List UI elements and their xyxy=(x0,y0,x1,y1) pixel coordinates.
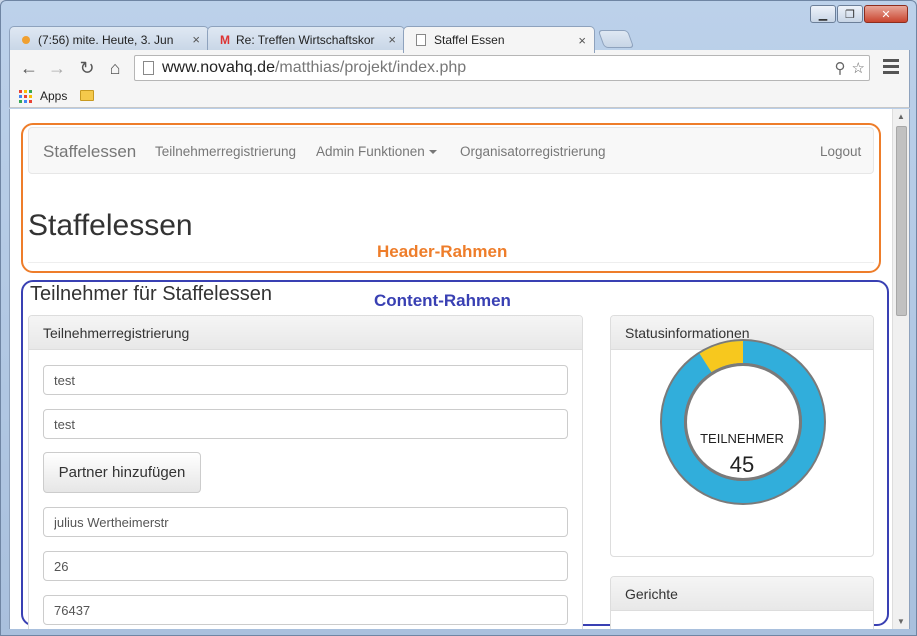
tab-title: Re: Treffen Wirtschaftskor xyxy=(236,32,375,47)
tab-title: Staffel Essen xyxy=(434,33,505,47)
bookmarks-bar: Apps xyxy=(9,86,910,108)
tab-title: (7:56) mite. Heute, 3. Jun xyxy=(38,32,174,47)
gerichte-panel-heading: Gerichte xyxy=(611,577,873,611)
minimize-button[interactable]: ▁ xyxy=(810,5,836,23)
street-field[interactable] xyxy=(43,507,568,537)
scroll-down-icon[interactable]: ▼ xyxy=(897,617,905,626)
house-number-field[interactable] xyxy=(43,551,568,581)
registration-panel: Teilnehmerregistrierung Partner hinzufüg… xyxy=(28,315,583,629)
tab-gmail[interactable]: M Re: Treffen Wirtschaftskor × xyxy=(207,26,405,52)
forward-arrow-icon[interactable]: → xyxy=(46,57,68,79)
tab-staffel-essen[interactable]: Staffel Essen × xyxy=(403,26,595,53)
page-favicon-icon xyxy=(416,34,426,46)
close-icon[interactable]: × xyxy=(578,33,586,48)
address-bar[interactable]: www.novahq.de/matthias/projekt/index.php… xyxy=(134,55,870,81)
maximize-button[interactable]: ❐ xyxy=(837,5,863,23)
folder-icon[interactable] xyxy=(80,90,94,101)
content-frame-label: Content-Rahmen xyxy=(374,291,511,310)
apps-icon[interactable] xyxy=(19,90,32,103)
donut-label: TEILNEHMER xyxy=(700,431,784,446)
url-host: www.novahq.de xyxy=(162,59,275,76)
section-title: Teilnehmer für Staffelessen xyxy=(30,283,272,305)
participants-donut-chart xyxy=(660,339,826,505)
omnibox-icons: ⚲ ☆ xyxy=(835,59,865,77)
add-partner-button[interactable]: Partner hinzufügen xyxy=(43,452,201,493)
second-name-field[interactable] xyxy=(43,409,568,439)
tab-mite[interactable]: (7:56) mite. Heute, 3. Jun × xyxy=(9,26,209,52)
gmail-favicon-icon: M xyxy=(220,32,230,47)
header-frame-label: Header-Rahmen xyxy=(377,242,508,261)
close-icon[interactable]: × xyxy=(192,32,200,47)
chrome-menu-icon[interactable] xyxy=(883,59,899,77)
donut-value: 45 xyxy=(729,452,755,477)
url-path: /matthias/projekt/index.php xyxy=(274,59,467,76)
browser-toolbar: ← → ↻ ⌂ www.novahq.de/matthias/projekt/i… xyxy=(9,50,910,86)
close-window-button[interactable]: ✕ xyxy=(864,5,908,23)
scroll-up-icon[interactable]: ▲ xyxy=(897,112,905,121)
bookmark-star-icon[interactable]: ☆ xyxy=(852,59,865,77)
window-controls: ▁ ❐ ✕ xyxy=(810,5,908,23)
back-arrow-icon[interactable]: ← xyxy=(18,57,40,79)
new-tab-button[interactable] xyxy=(597,30,635,48)
page-icon xyxy=(143,61,154,75)
home-icon[interactable]: ⌂ xyxy=(104,57,126,79)
scrollbar-thumb[interactable] xyxy=(896,126,907,316)
tab-strip: (7:56) mite. Heute, 3. Jun × M Re: Treff… xyxy=(9,24,829,53)
reload-icon[interactable]: ↻ xyxy=(76,57,98,79)
postal-code-field[interactable] xyxy=(43,595,568,625)
browser-window: ▁ ❐ ✕ (7:56) mite. Heute, 3. Jun × M Re:… xyxy=(0,0,917,636)
name-field[interactable] xyxy=(43,365,568,395)
vertical-scrollbar[interactable]: ▲ ▼ xyxy=(892,109,909,629)
url-text[interactable]: www.novahq.de/matthias/projekt/index.php xyxy=(162,59,466,77)
mite-favicon-icon xyxy=(22,35,30,44)
page-viewport: Staffelessen Teilnehmerregistrierung Adm… xyxy=(9,109,910,629)
status-panel: Statusinformationen TEILNEHMER 45 xyxy=(610,315,874,557)
close-icon[interactable]: × xyxy=(388,32,396,47)
gerichte-panel: Gerichte xyxy=(610,576,874,629)
registration-panel-heading: Teilnehmerregistrierung xyxy=(29,316,582,350)
zoom-icon[interactable]: ⚲ xyxy=(835,59,846,77)
apps-bookmark[interactable]: Apps xyxy=(40,89,67,103)
